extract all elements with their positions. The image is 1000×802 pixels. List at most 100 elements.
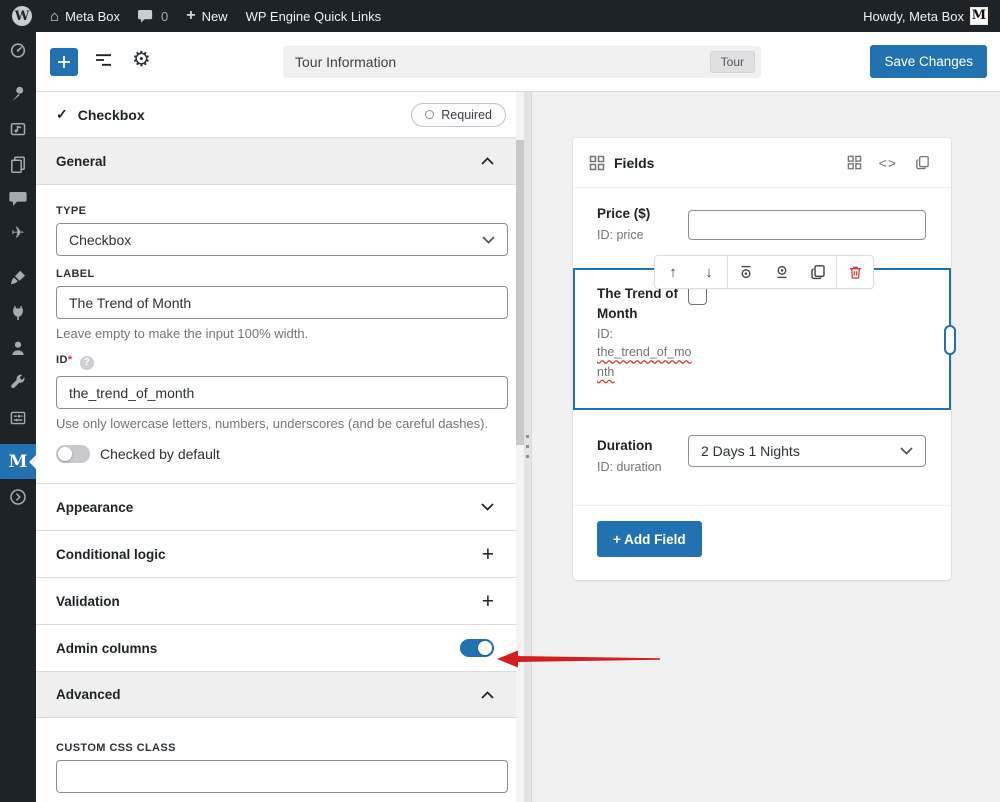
wrench-icon — [8, 373, 28, 393]
admin-columns-row: Admin columns — [36, 624, 516, 671]
fields-card-header: Fields <> — [573, 138, 951, 188]
home-icon: ⌂ — [50, 9, 59, 24]
duplicate-field-button[interactable] — [800, 256, 836, 288]
chevron-down-icon — [900, 447, 913, 455]
checked-by-default-toggle[interactable] — [56, 445, 90, 463]
duration-field-label: Duration — [597, 436, 653, 456]
list-view-icon — [94, 51, 114, 69]
section-general[interactable]: General — [36, 138, 516, 185]
user-icon — [8, 338, 28, 358]
insert-after-icon — [773, 263, 791, 281]
delete-field-button[interactable] — [837, 256, 873, 288]
menu-users[interactable] — [0, 330, 36, 365]
panel-scrollbar[interactable] — [516, 92, 524, 802]
checkbox-field-label: The Trend of Month — [597, 284, 693, 325]
duplicate-group-button[interactable] — [910, 150, 935, 175]
section-appearance-label: Appearance — [56, 500, 133, 515]
chevron-up-icon — [481, 691, 494, 699]
fields-panel-title: Fields — [614, 155, 654, 171]
grid-icon — [589, 155, 605, 171]
price-field-id: ID: price — [597, 226, 644, 245]
inserter-add-button[interactable] — [50, 48, 78, 76]
grid-view-button[interactable] — [843, 151, 866, 174]
menu-pages[interactable] — [0, 146, 36, 181]
comments-menu[interactable]: 0 — [138, 9, 168, 24]
section-conditional-logic[interactable]: Conditional logic + — [36, 530, 516, 577]
menu-dashboard[interactable] — [0, 32, 36, 67]
toggle-knob — [478, 641, 492, 655]
section-general-label: General — [56, 154, 106, 169]
settings-icon — [8, 408, 28, 428]
required-toggle[interactable]: Required — [411, 103, 506, 127]
insert-after-button[interactable] — [764, 256, 800, 288]
help-icon[interactable]: ? — [80, 356, 94, 370]
airplane-icon: ✈ — [11, 226, 24, 242]
menu-plugins[interactable] — [0, 295, 36, 330]
admin-menu: ✈ M — [0, 32, 36, 802]
admin-columns-toggle[interactable] — [460, 639, 494, 657]
wordpress-logo-icon[interactable]: W — [12, 6, 32, 26]
id-label: ID* ? — [56, 354, 508, 370]
trash-icon — [847, 264, 864, 281]
list-view-button[interactable] — [94, 51, 114, 72]
move-down-button[interactable]: ↓ — [691, 256, 727, 288]
site-menu[interactable]: ⌂ Meta Box — [50, 9, 120, 24]
pushpin-icon — [8, 84, 28, 104]
menu-settings[interactable] — [0, 400, 36, 435]
field-group-title-input[interactable] — [295, 54, 710, 70]
new-content-menu[interactable]: + New — [186, 8, 227, 24]
chevron-down-icon — [482, 236, 495, 244]
label-label: LABEL — [56, 268, 508, 280]
code-view-button[interactable]: <> — [875, 151, 901, 175]
plus-icon: + — [482, 544, 494, 565]
menu-appearance[interactable] — [0, 260, 36, 295]
menu-tours[interactable]: ✈ — [0, 216, 36, 251]
collapse-icon — [8, 487, 28, 507]
field-settings-panel: ✓ Checkbox Required General TYPE Checkbo… — [36, 92, 516, 802]
plus-icon: + — [186, 8, 195, 24]
move-up-button[interactable]: ↑ — [655, 256, 691, 288]
price-field-input[interactable] — [688, 210, 926, 240]
checkbox-field-id-prefix: ID: — [597, 325, 693, 344]
collapse-menu-button[interactable] — [0, 479, 36, 514]
menu-posts[interactable] — [0, 76, 36, 111]
account-menu[interactable]: Howdy, Meta Box M — [863, 7, 988, 25]
section-advanced[interactable]: Advanced — [36, 671, 516, 718]
settings-gear-button[interactable]: ⚙ — [132, 47, 151, 72]
section-validation[interactable]: Validation + — [36, 577, 516, 624]
field-actions-toolbar: ↑ ↓ — [654, 255, 874, 289]
menu-meta-box-active[interactable]: M — [0, 444, 36, 479]
site-name: Meta Box — [65, 9, 120, 24]
new-label: New — [202, 9, 228, 24]
card-divider — [573, 505, 951, 506]
checkmark-icon: ✓ — [56, 106, 68, 123]
label-input[interactable] — [56, 286, 508, 319]
panel-resize-divider[interactable] — [524, 92, 532, 802]
selected-field-checkbox[interactable]: The Trend of Month ID: the_trend_of_mont… — [573, 268, 951, 410]
save-changes-button[interactable]: Save Changes — [870, 45, 987, 78]
section-validation-label: Validation — [56, 594, 120, 609]
duration-select[interactable]: 2 Days 1 Nights — [688, 435, 926, 467]
selected-field-info: The Trend of Month ID: the_trend_of_mont… — [597, 284, 693, 382]
code-icon: <> — [879, 155, 897, 171]
id-input[interactable] — [56, 376, 508, 409]
menu-comments[interactable] — [0, 181, 36, 216]
annotation-arrow — [494, 648, 662, 670]
avatar: M — [970, 7, 988, 25]
wp-engine-quick-links[interactable]: WP Engine Quick Links — [246, 9, 382, 24]
insert-before-button[interactable] — [728, 256, 764, 288]
menu-tools[interactable] — [0, 365, 36, 400]
add-field-button[interactable]: + Add Field — [597, 521, 702, 557]
field-width-resize-handle[interactable] — [944, 325, 956, 355]
required-label: Required — [441, 108, 492, 122]
field-group-title-wrapper: Tour — [283, 46, 761, 78]
type-label: TYPE — [56, 205, 508, 217]
pages-icon — [8, 154, 28, 174]
custom-css-class-input[interactable] — [56, 760, 508, 793]
scrollbar-thumb[interactable] — [516, 140, 524, 445]
section-appearance[interactable]: Appearance — [36, 483, 516, 530]
type-select[interactable]: Checkbox — [56, 223, 508, 256]
price-field-label: Price ($) — [597, 204, 650, 224]
field-settings-header: ✓ Checkbox Required — [36, 92, 516, 138]
menu-media[interactable] — [0, 111, 36, 146]
